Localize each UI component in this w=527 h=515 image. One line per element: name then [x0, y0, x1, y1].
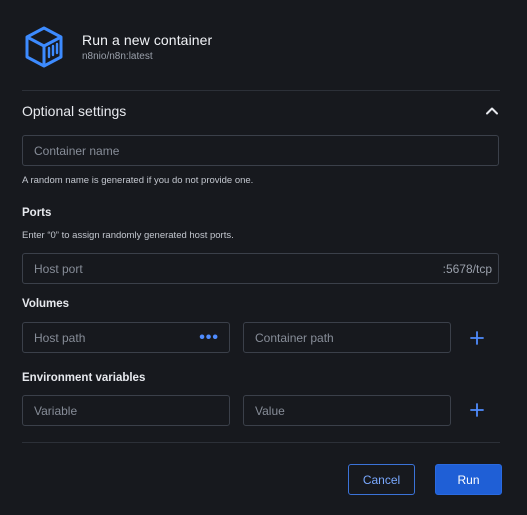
ports-label: Ports: [22, 207, 52, 219]
run-button[interactable]: Run: [435, 464, 502, 495]
optional-settings-toggle[interactable]: Optional settings: [22, 98, 500, 124]
add-volume-plus-icon[interactable]: [469, 330, 485, 346]
env-variable-input[interactable]: [34, 403, 218, 418]
host-path-field[interactable]: •••: [22, 322, 230, 353]
cancel-button[interactable]: Cancel: [348, 464, 415, 495]
container-name-field[interactable]: [22, 135, 499, 166]
container-name-helper: A random name is generated if you do not…: [22, 175, 254, 186]
container-name-input[interactable]: [34, 143, 487, 158]
header-titles: Run a new container n8nio/n8n:latest: [82, 32, 212, 62]
container-box-icon: [25, 26, 63, 68]
image-name: n8nio/n8n:latest: [82, 51, 153, 62]
host-path-input[interactable]: [34, 330, 200, 345]
dialog-header: Run a new container n8nio/n8n:latest: [24, 24, 212, 70]
volumes-label: Volumes: [22, 298, 70, 310]
header-divider: [22, 90, 500, 91]
container-path-field[interactable]: [243, 322, 451, 353]
more-horizontal-icon[interactable]: •••: [199, 329, 219, 346]
env-variables-label: Environment variables: [22, 372, 146, 384]
add-env-plus-icon[interactable]: [469, 402, 485, 418]
chevron-up-icon[interactable]: [484, 103, 500, 119]
ports-helper: Enter “0” to assign randomly generated h…: [22, 230, 234, 241]
env-value-field[interactable]: [243, 395, 451, 426]
dialog-title: Run a new container: [82, 32, 213, 48]
container-port-suffix: :5678/tcp: [442, 261, 492, 276]
footer-divider: [22, 442, 500, 443]
host-port-input[interactable]: [34, 261, 443, 276]
env-variable-field[interactable]: [22, 395, 230, 426]
env-value-input[interactable]: [255, 403, 439, 418]
container-path-input[interactable]: [255, 330, 439, 345]
host-port-field[interactable]: :5678/tcp: [22, 253, 499, 284]
run-container-dialog: Run a new container n8nio/n8n:latest Opt…: [0, 0, 527, 515]
optional-settings-title: Optional settings: [22, 103, 127, 119]
